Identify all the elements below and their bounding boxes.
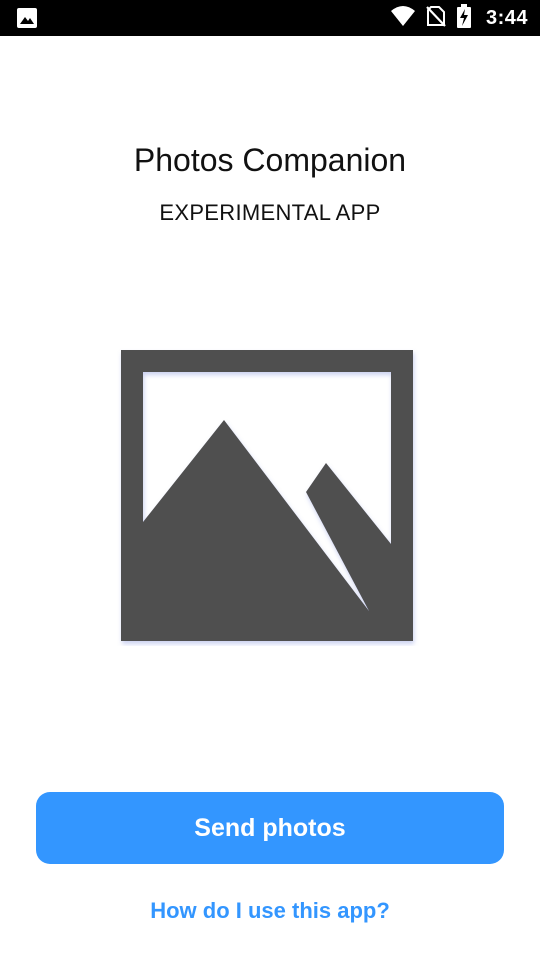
photo-placeholder-icon: [116, 346, 420, 646]
status-icons: 3:44: [390, 0, 528, 36]
wifi-icon: [390, 5, 416, 32]
help-link[interactable]: How do I use this app?: [0, 898, 540, 924]
battery-charging-icon: [456, 3, 472, 33]
no-sim-icon: [426, 5, 446, 32]
app-subtitle: EXPERIMENTAL APP: [159, 200, 381, 225]
image-notification-icon: [16, 7, 38, 29]
status-bar: 3:44: [0, 0, 540, 36]
send-photos-button[interactable]: Send photos: [36, 792, 504, 864]
status-time: 3:44: [485, 6, 528, 29]
app-title: Photos Companion: [133, 142, 407, 178]
app-screen: 3:44 Photos Companion EXPERIMENTAL APP S…: [0, 0, 540, 960]
